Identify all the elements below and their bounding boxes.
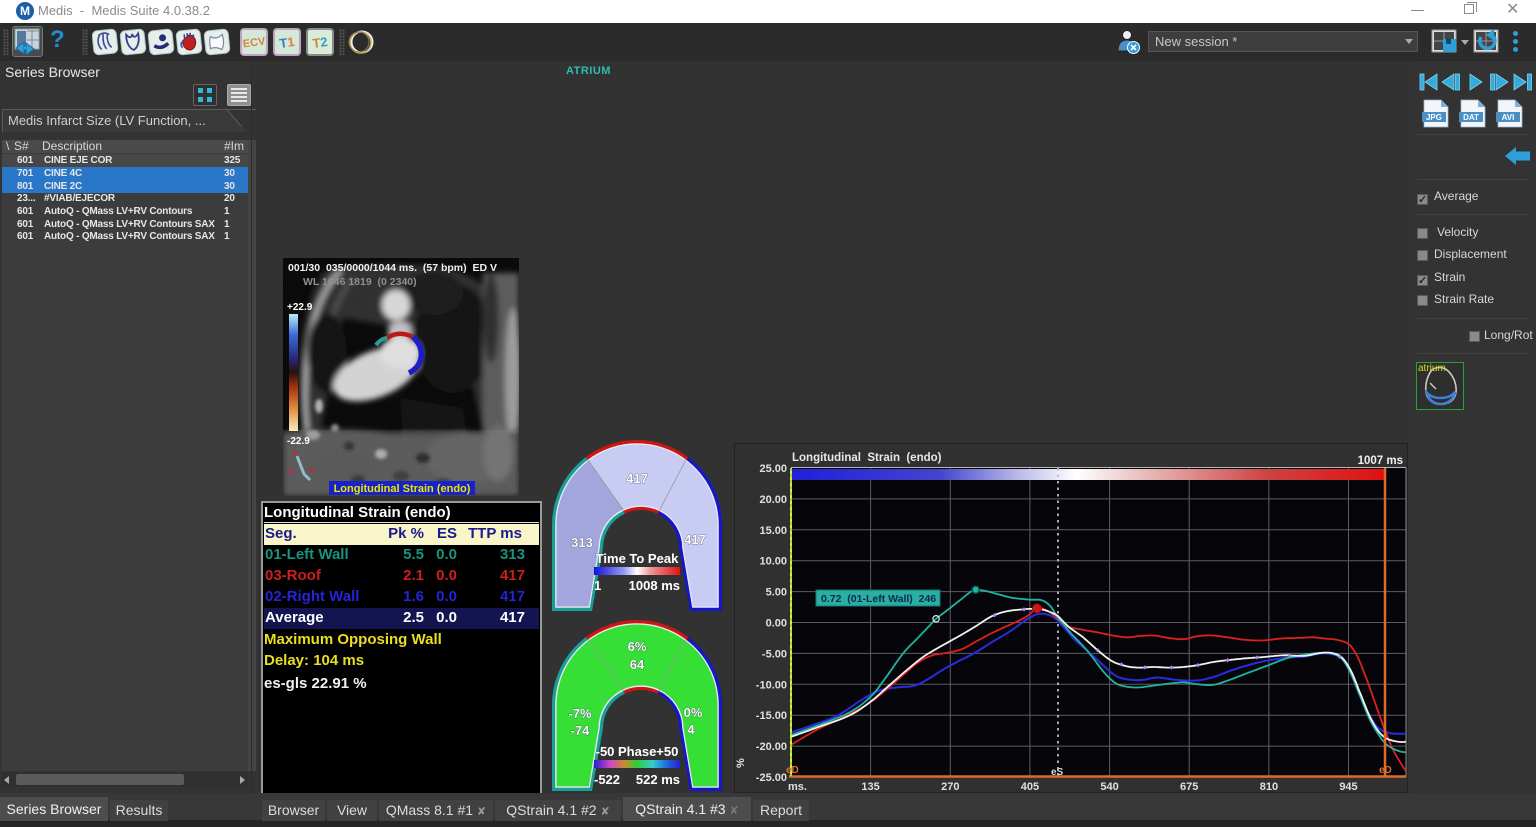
- svg-text:-50 Phase+50: -50 Phase+50: [596, 744, 679, 759]
- svg-text:0.00: 0.00: [766, 618, 787, 630]
- svg-text:-20.00: -20.00: [756, 741, 787, 753]
- svg-text:-15.00: -15.00: [756, 710, 787, 722]
- svg-text:25.00: 25.00: [759, 463, 787, 475]
- svg-text:-25.00: -25.00: [756, 772, 787, 784]
- svg-text:10.00: 10.00: [759, 556, 787, 568]
- svg-text:313: 313: [571, 535, 593, 550]
- svg-text:-22.9: -22.9: [287, 436, 310, 447]
- svg-text:AVI: AVI: [1502, 113, 1515, 122]
- svg-text:001/30 035/0000/1044 ms. (57: 001/30 035/0000/1044 ms. (57 bpm) ED V: [288, 262, 497, 274]
- svg-text:675: 675: [1180, 781, 1198, 793]
- svg-text:T2: T2: [312, 34, 329, 51]
- svg-text:+22.9: +22.9: [287, 302, 313, 313]
- svg-text:810: 810: [1260, 781, 1278, 793]
- svg-text:%: %: [735, 758, 747, 768]
- svg-text:135: 135: [861, 781, 879, 793]
- svg-text:T1: T1: [279, 34, 296, 51]
- svg-text:405: 405: [1021, 781, 1039, 793]
- svg-text:1008 ms: 1008 ms: [629, 578, 680, 593]
- svg-text:0%: 0%: [684, 705, 703, 720]
- svg-text:Time To Peak: Time To Peak: [596, 551, 679, 566]
- svg-text:64: 64: [630, 657, 645, 672]
- svg-text:6%: 6%: [628, 639, 647, 654]
- svg-text:DAT: DAT: [1463, 113, 1479, 122]
- svg-text:4: 4: [687, 722, 695, 737]
- svg-text:417: 417: [684, 532, 706, 547]
- svg-text:270: 270: [941, 781, 959, 793]
- svg-text:Longitudinal Strain (endo): Longitudinal Strain (endo): [334, 483, 471, 495]
- svg-text:5.00: 5.00: [766, 587, 787, 599]
- svg-text:1: 1: [594, 578, 601, 593]
- svg-text:-74: -74: [571, 723, 591, 738]
- svg-text:eD: eD: [786, 765, 799, 776]
- svg-text:-10.00: -10.00: [756, 679, 787, 691]
- svg-text:WL 1046 1819 (0 2340): WL 1046 1819 (0 2340): [303, 276, 417, 288]
- svg-text:1007 ms: 1007 ms: [1358, 455, 1403, 467]
- svg-text:522 ms: 522 ms: [636, 772, 680, 787]
- svg-text:20.00: 20.00: [759, 494, 787, 506]
- svg-text:540: 540: [1100, 781, 1118, 793]
- svg-text:JPG: JPG: [1426, 113, 1442, 122]
- svg-text:-7%: -7%: [568, 706, 592, 721]
- svg-text:eD: eD: [1379, 765, 1392, 776]
- svg-text:Longitudinal Strain (endo): Longitudinal Strain (endo): [792, 452, 942, 464]
- svg-text:eS: eS: [1051, 767, 1064, 778]
- svg-text:0.72 (01-Left Wall) 246: 0.72 (01-Left Wall) 246: [821, 593, 936, 605]
- svg-text:417: 417: [626, 471, 648, 486]
- svg-text:-522: -522: [594, 772, 620, 787]
- svg-text:-5.00: -5.00: [762, 648, 787, 660]
- svg-text:945: 945: [1339, 781, 1357, 793]
- svg-text:15.00: 15.00: [759, 525, 787, 537]
- svg-text:ms.: ms.: [788, 781, 807, 793]
